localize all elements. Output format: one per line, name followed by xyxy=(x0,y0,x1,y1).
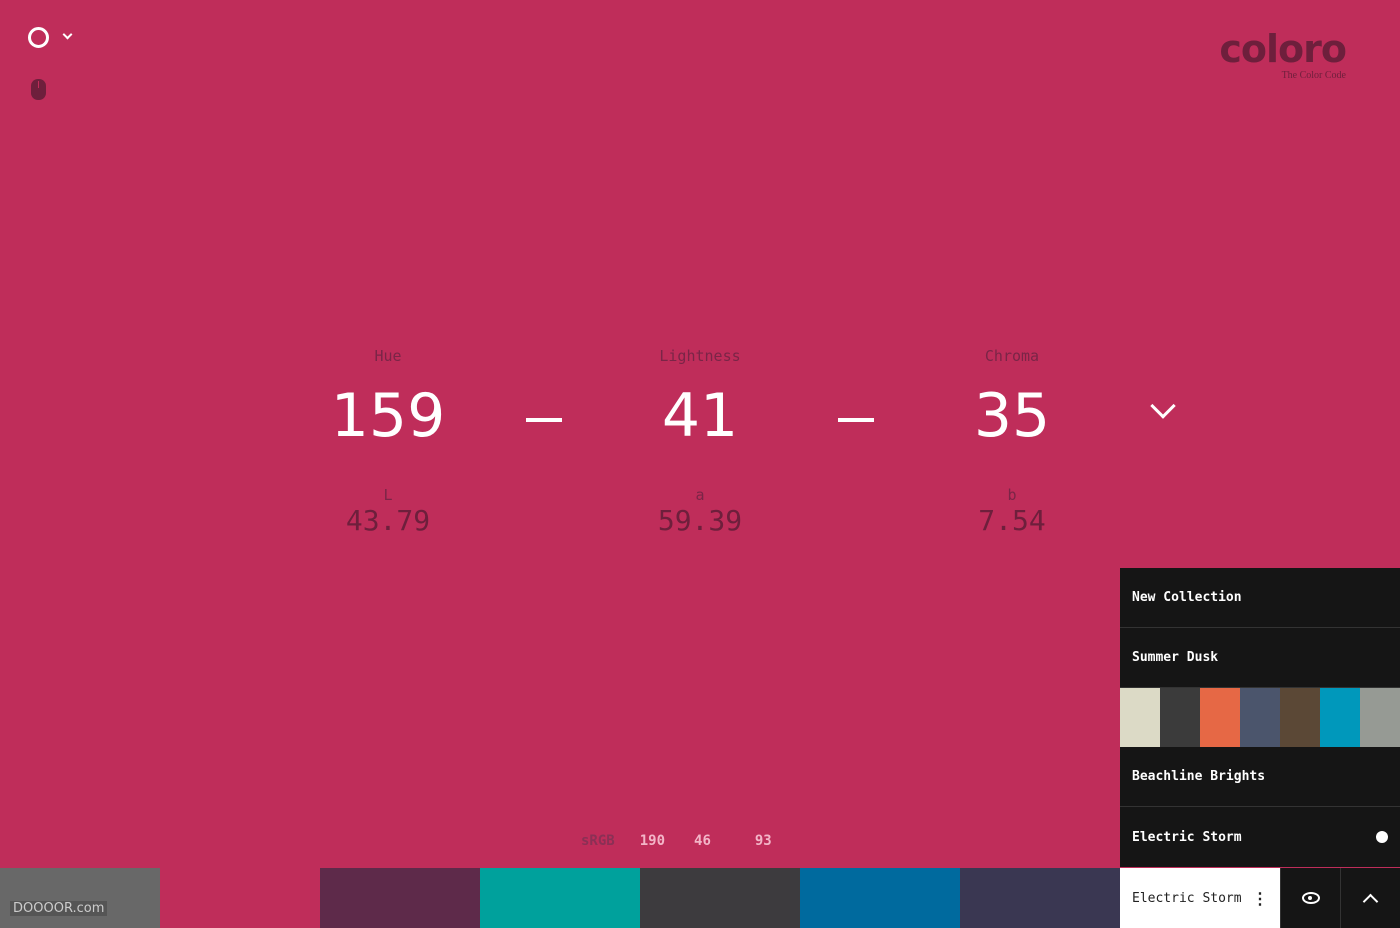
collection-label: Beachline Brights xyxy=(1132,769,1266,784)
chevron-down-icon[interactable] xyxy=(62,29,73,40)
summer-dusk-palette xyxy=(1120,688,1400,747)
lab-l-label: L xyxy=(383,486,393,504)
logo-word: coloro xyxy=(1219,27,1347,71)
collection-summer-dusk[interactable]: Summer Dusk xyxy=(1120,628,1400,688)
hue-label: Hue xyxy=(374,347,402,365)
lab-b-label: b xyxy=(1007,486,1017,504)
collections-panel: New Collection Summer Dusk Beachline Bri… xyxy=(1120,568,1400,867)
chroma-column: Chroma 35 xyxy=(912,347,1112,451)
swatch-bar xyxy=(0,868,1120,928)
palette-swatch[interactable] xyxy=(1360,688,1400,747)
current-collection[interactable]: Electric Storm ⋮ xyxy=(1120,868,1280,928)
watermark: DOOOOR.com xyxy=(10,901,108,916)
collection-new[interactable]: New Collection xyxy=(1120,568,1400,628)
palette-swatch[interactable] xyxy=(1200,688,1240,747)
chroma-label: Chroma xyxy=(984,347,1040,365)
collection-beachline-brights[interactable]: Beachline Brights xyxy=(1120,747,1400,807)
hue-value[interactable]: 159 xyxy=(288,381,488,451)
lightness-label: Lightness xyxy=(659,347,741,365)
expand-chevron-icon[interactable] xyxy=(1150,393,1176,419)
color-swatch[interactable] xyxy=(960,868,1120,928)
chevron-up-icon xyxy=(1362,893,1379,909)
logo: coloro The Color Code xyxy=(1219,27,1347,81)
selected-dot-icon xyxy=(1376,831,1388,843)
lab-a: a 59.39 xyxy=(600,486,800,537)
color-swatch[interactable] xyxy=(800,868,960,928)
palette-swatch[interactable] xyxy=(1120,688,1160,747)
lab-a-label: a xyxy=(695,486,705,504)
separator-dash xyxy=(838,418,874,422)
color-swatch[interactable] xyxy=(320,868,480,928)
lightness-column: Lightness 41 xyxy=(600,347,800,451)
mouse-icon xyxy=(31,79,46,100)
lab-a-value: 59.39 xyxy=(657,504,743,537)
lab-l: L 43.79 xyxy=(288,486,488,537)
lab-b: b 7.54 xyxy=(912,486,1112,537)
logo-tagline: The Color Code xyxy=(1281,70,1346,81)
separator-dash xyxy=(526,418,562,422)
color-swatch[interactable] xyxy=(480,868,640,928)
more-options-icon[interactable]: ⋮ xyxy=(1252,889,1268,908)
palette-swatch[interactable] xyxy=(1280,688,1320,747)
current-collection-label: Electric Storm xyxy=(1132,890,1242,906)
collection-bar: Electric Storm ⋮ xyxy=(1120,868,1400,928)
collection-electric-storm[interactable]: Electric Storm xyxy=(1120,807,1400,867)
hue-column: Hue 159 xyxy=(288,347,488,451)
rgb-g: 46 xyxy=(694,833,711,849)
collapse-button[interactable] xyxy=(1340,868,1400,928)
view-button[interactable] xyxy=(1280,868,1340,928)
lab-b-value: 7.54 xyxy=(978,504,1046,537)
palette-swatch[interactable] xyxy=(1160,688,1200,747)
collection-label: New Collection xyxy=(1132,590,1242,605)
rgb-label: sRGB xyxy=(581,833,615,849)
color-swatch[interactable] xyxy=(640,868,800,928)
eye-icon xyxy=(1301,892,1320,904)
lightness-value[interactable]: 41 xyxy=(600,381,800,451)
collection-label: Summer Dusk xyxy=(1132,650,1219,665)
color-swatch[interactable] xyxy=(0,868,160,928)
rgb-readout: sRGB 190 46 93 xyxy=(581,833,772,849)
chroma-value[interactable]: 35 xyxy=(912,381,1112,451)
collection-label: Electric Storm xyxy=(1132,829,1242,845)
rgb-b: 93 xyxy=(754,833,772,849)
palette-swatch[interactable] xyxy=(1240,688,1280,747)
circle-icon[interactable] xyxy=(28,27,49,48)
palette-swatch[interactable] xyxy=(1320,688,1360,747)
lab-l-value: 43.79 xyxy=(345,504,431,537)
color-swatch[interactable] xyxy=(160,868,320,928)
rgb-r: 190 xyxy=(639,833,666,849)
